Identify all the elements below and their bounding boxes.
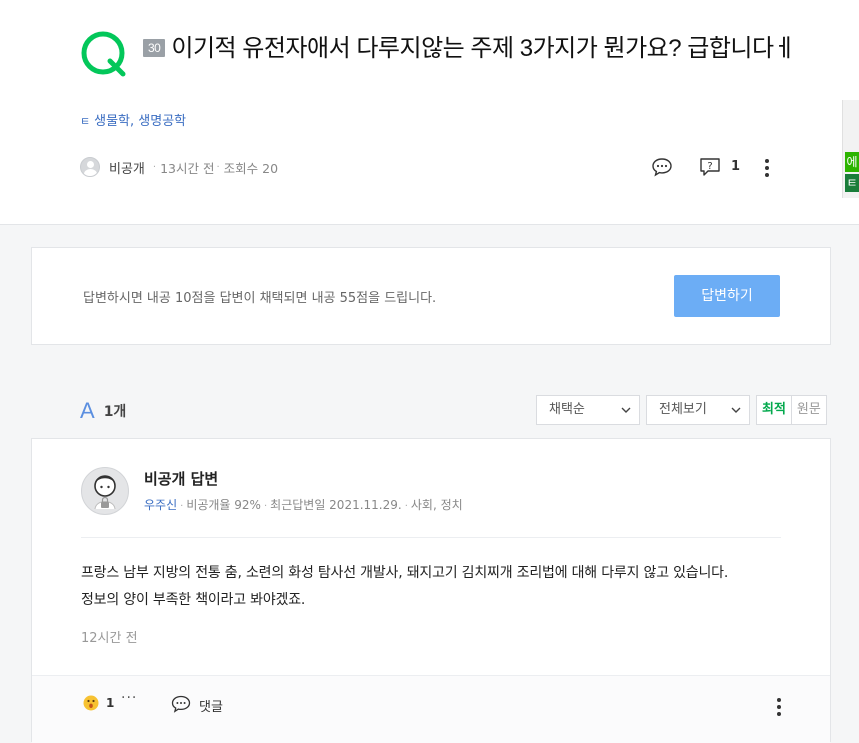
category-icon: ㅌ — [80, 115, 91, 128]
divider — [81, 537, 781, 538]
category-links[interactable]: ㅌ 생물학, 생명공학 — [80, 110, 186, 129]
answer-a-icon: A — [80, 398, 95, 423]
meta-separator-dot: · — [216, 161, 220, 173]
answerer-name: 비공개 답변 — [144, 470, 219, 488]
question-title-text: 이기적 유전자애서 다루지않는 주제 3가지가 뭔가요? 급합니다ㅔ — [171, 35, 796, 62]
last-answer-date: 최근답변일 2021.11.29. — [270, 498, 402, 512]
filter-select-value: 전체보기 — [659, 402, 707, 417]
chevron-down-icon — [621, 407, 631, 413]
meta-separator-dot: · — [152, 161, 157, 173]
tab-original[interactable]: 원문 — [792, 396, 826, 424]
write-answer-button[interactable]: 답변하기 — [674, 275, 780, 317]
posted-time: 13시간 전 — [160, 160, 215, 176]
comment-icon[interactable] — [171, 695, 191, 713]
meta-separator-dot: · — [180, 501, 184, 512]
side-banner-char: ㅌ — [845, 174, 859, 192]
surprised-face-icon[interactable] — [83, 695, 99, 711]
category-text[interactable]: 생물학, 생명공학 — [94, 114, 186, 129]
answer-body-line: 정보의 양이 부족한 책이라고 봐야겠죠. — [81, 592, 306, 608]
question-title: 30 이기적 유전자애서 다루지않는 주제 3가지가 뭔가요? 급합니다ㅔ — [143, 31, 803, 66]
side-banner[interactable]: 에 ㅌ — [842, 100, 859, 198]
asker-name: 비공개 — [109, 161, 145, 177]
answers-heading: A 1개 — [80, 398, 126, 424]
answerer-avatar — [81, 467, 129, 515]
view-count: 조회수 20 — [223, 160, 279, 176]
answer-question-icon[interactable]: ? — [699, 157, 721, 177]
sort-select-value: 채택순 — [549, 402, 585, 417]
more-options-icon[interactable] — [777, 698, 781, 716]
points-badge: 30 — [143, 39, 166, 57]
answerer-fields: 사회, 정치 — [410, 498, 463, 512]
answer-body-line: 프랑스 남부 지방의 전통 춤, 소련의 화성 탐사선 개발사, 돼지고기 김치… — [81, 565, 729, 581]
answer-footer: 1 ··· 댓글 — [32, 675, 830, 743]
sort-select[interactable]: 채택순 — [536, 395, 640, 425]
question-header: 30 이기적 유전자애서 다루지않는 주제 3가지가 뭔가요? 급합니다ㅔ ㅌ 생물… — [0, 0, 859, 225]
tab-best[interactable]: 최적 — [757, 396, 792, 424]
answer-time: 12시간 전 — [81, 631, 138, 646]
answers-count: 1개 — [103, 404, 127, 420]
answer-prompt-text: 답변하시면 내공 10점을 답변이 채택되면 내공 55점을 드립니다. — [83, 291, 437, 306]
private-rate: 비공개율 92% — [186, 498, 261, 512]
meta-separator-dot: · — [263, 501, 268, 512]
reaction-count: 1 — [106, 696, 115, 710]
answerer-meta: 우주신 · 비공개율 92% · 최근답변일 2021.11.29. · 사회, 정치 — [144, 496, 463, 513]
chat-icon[interactable] — [651, 157, 673, 177]
answer-count: 1 — [731, 159, 741, 174]
filter-select[interactable]: 전체보기 — [646, 395, 750, 425]
question-meta: 비공개 · 13시간 전 · 조회수 20 — [80, 156, 278, 178]
side-banner-char: 에 — [845, 152, 859, 172]
meta-separator-dot: · — [404, 501, 408, 512]
asker-avatar — [80, 157, 100, 177]
answer-body: 프랑스 남부 지방의 전통 춤, 소련의 화성 탐사선 개발사, 돼지고기 김치… — [81, 560, 801, 614]
answer-prompt-box: 답변하시면 내공 10점을 답변이 채택되면 내공 55점을 드립니다. 답변하… — [31, 247, 831, 345]
svg-text:?: ? — [707, 161, 712, 172]
more-options-icon[interactable] — [765, 159, 769, 177]
reaction-more-icon[interactable]: ··· — [121, 690, 137, 706]
chevron-down-icon — [731, 407, 741, 413]
answer-card: 비공개 답변 우주신 · 비공개율 92% · 최근답변일 2021.11.29. · 사회… — [31, 438, 831, 743]
answerer-grade[interactable]: 우주신 — [144, 498, 177, 512]
comment-button[interactable]: 댓글 — [199, 696, 223, 715]
question-q-icon — [81, 31, 126, 77]
answer-order-tabs: 최적 원문 — [756, 395, 827, 425]
